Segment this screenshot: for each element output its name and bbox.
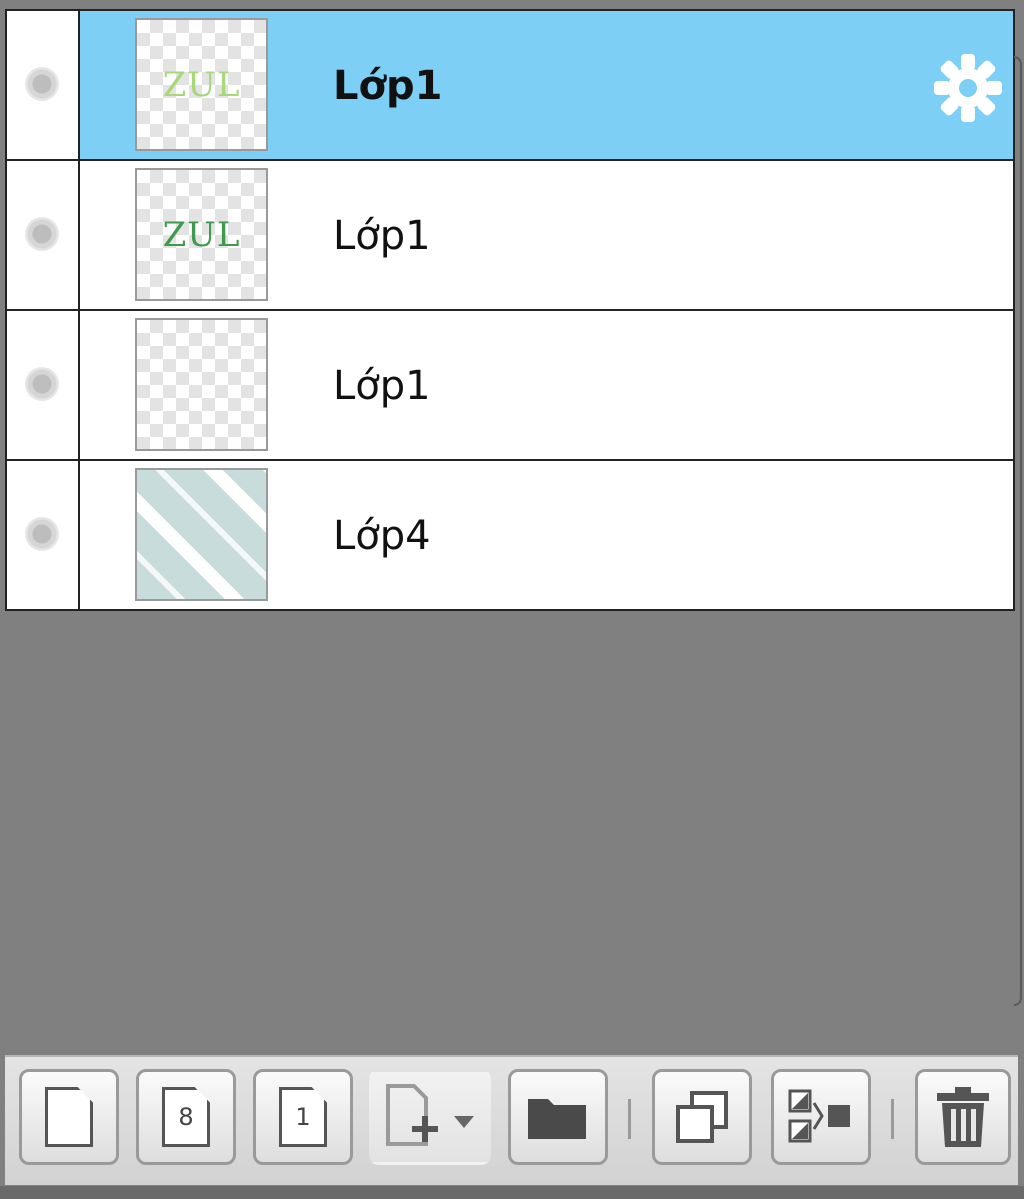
duplicate-icon [676,1091,728,1143]
gear-icon[interactable] [933,53,1003,123]
layer-thumbnail: ZUL [135,168,268,301]
new-1bit-layer-button[interactable]: 1 [253,1069,353,1165]
visibility-cell[interactable] [7,461,80,609]
layer-name: Lớp4 [333,513,431,559]
merge-icon [788,1089,850,1143]
add-layer-menu-button[interactable] [369,1069,491,1165]
thumbnail-art: ZUL [162,64,241,105]
page-8-icon: 8 [162,1087,210,1147]
layer-row-1[interactable]: ZUL Lớp1 [7,11,1013,161]
visibility-dot-icon[interactable] [25,367,59,401]
page-glyph: 1 [295,1103,311,1131]
layer-name: Lớp1 [333,63,443,109]
page-plus-dropdown-icon [386,1084,474,1146]
visibility-cell[interactable] [7,161,80,309]
visibility-dot-icon[interactable] [25,67,59,101]
visibility-cell[interactable] [7,11,80,159]
new-layer-button[interactable] [19,1069,119,1165]
layer-thumbnail [135,318,268,451]
layer-toolbar: 8 1 [5,1055,1018,1185]
new-8bit-layer-button[interactable]: 8 [136,1069,236,1165]
toolbar-separator [628,1099,631,1139]
page-icon [45,1087,93,1147]
layer-name: Lớp1 [333,213,431,259]
scrollbar-track[interactable] [1014,56,1022,1006]
layer-thumbnail: ZUL [135,18,268,151]
page-glyph: 8 [178,1103,194,1131]
thumbnail-art: ZUL [162,214,241,255]
panel-bottom-edge [0,1186,1024,1199]
layer-row-2[interactable]: ZUL Lớp1 [7,161,1013,311]
thumbnail-art [137,470,266,599]
folder-icon [528,1099,586,1139]
new-folder-button[interactable] [508,1069,608,1165]
layer-name: Lớp1 [333,363,431,409]
visibility-dot-icon[interactable] [25,517,59,551]
trash-icon [937,1087,989,1147]
layer-row-4[interactable]: Lớp4 [7,461,1013,611]
page-1-icon: 1 [279,1087,327,1147]
layer-thumbnail [135,468,268,601]
thumbnail-art [137,320,266,449]
merge-layer-button[interactable] [771,1069,871,1165]
duplicate-layer-button[interactable] [652,1069,752,1165]
layer-panel: ZUL Lớp1 ZUL Lớp1 Lớp1 Lớp4 8 1 [0,0,1024,1199]
layer-row-3[interactable]: Lớp1 [7,311,1013,461]
toolbar-separator [891,1099,894,1139]
visibility-cell[interactable] [7,311,80,459]
visibility-dot-icon[interactable] [25,217,59,251]
layer-list: ZUL Lớp1 ZUL Lớp1 Lớp1 Lớp4 [5,9,1015,611]
delete-layer-button[interactable] [915,1069,1011,1165]
